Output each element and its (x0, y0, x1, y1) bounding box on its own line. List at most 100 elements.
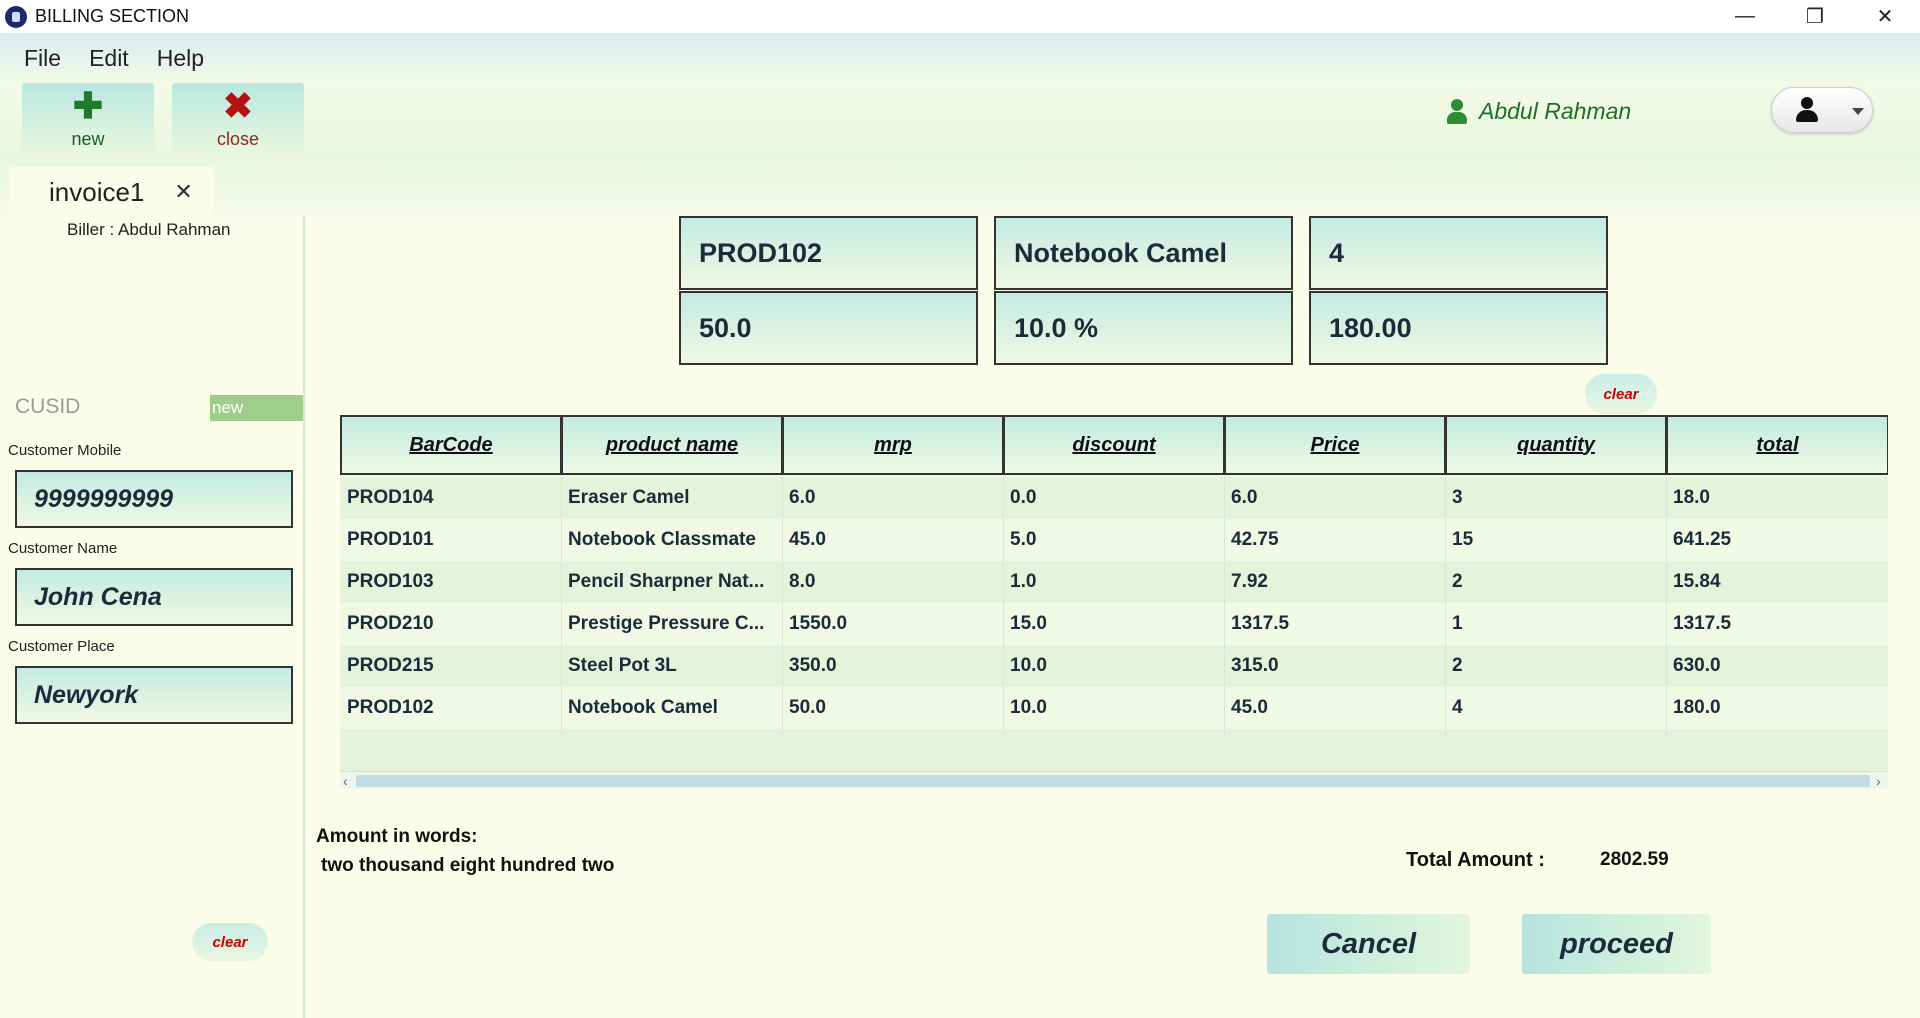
scroll-left-icon[interactable]: ‹ (343, 772, 348, 790)
clear-customer-button[interactable]: clear (192, 923, 268, 961)
user-icon (1447, 98, 1467, 125)
table-row[interactable]: PROD102 Notebook Camel 50.0 10.0 45.0 4 … (340, 687, 1888, 729)
cell-price: 315.0 (1231, 655, 1279, 676)
close-button-label: close (216, 129, 260, 149)
cell-product-name: Steel Pot 3L (568, 655, 677, 676)
minimize-button[interactable]: — (1710, 0, 1780, 33)
cell-quantity: 2 (1452, 655, 1463, 676)
cell-barcode: PROD103 (347, 571, 434, 592)
biller-label: Biller : Abdul Rahman (67, 220, 231, 239)
column-header-mrp[interactable]: mrp (782, 415, 1003, 475)
close-window-button[interactable]: ✕ (1850, 0, 1920, 33)
cell-total: 630.0 (1673, 655, 1721, 676)
table-row-empty (340, 729, 1888, 773)
proceed-button[interactable]: proceed (1522, 914, 1711, 974)
product-total-field[interactable]: 180.00 (1309, 291, 1608, 365)
new-button-label: new (71, 129, 105, 149)
column-header-discount[interactable]: discount (1003, 415, 1224, 475)
barcode-field[interactable]: PROD102 (679, 216, 978, 290)
cell-discount: 5.0 (1010, 529, 1037, 550)
app-icon (5, 5, 27, 28)
table-row[interactable]: PROD104 Eraser Camel 6.0 0.0 6.0 3 18.0 (340, 477, 1888, 519)
cell-discount: 1.0 (1010, 571, 1037, 592)
close-invoice-button[interactable]: ✖ close (172, 83, 304, 156)
customer-mobile-label: Customer Mobile (8, 442, 122, 459)
mrp-field[interactable]: 50.0 (679, 291, 978, 365)
cell-price: 42.75 (1231, 529, 1279, 550)
column-header-product-name[interactable]: product name (561, 415, 782, 475)
close-icon: ✖ (222, 85, 254, 126)
cell-barcode: PROD215 (347, 655, 434, 676)
tab-close-icon[interactable]: ✕ (174, 179, 192, 205)
window-title: BILLING SECTION (35, 6, 190, 26)
chevron-down-icon (1852, 108, 1864, 115)
cell-mrp: 350.0 (789, 655, 837, 676)
cell-barcode: PROD104 (347, 487, 434, 508)
cell-quantity: 2 (1452, 571, 1463, 592)
column-header-quantity[interactable]: quantity (1445, 415, 1666, 475)
discount-field[interactable]: 10.0 % (994, 291, 1293, 365)
table-body: PROD104 Eraser Camel 6.0 0.0 6.0 3 18.0 … (340, 477, 1888, 773)
cell-discount: 0.0 (1010, 487, 1037, 508)
column-divider (1224, 477, 1225, 735)
table-row[interactable]: PROD101 Notebook Classmate 45.0 5.0 42.7… (340, 519, 1888, 561)
menu-help[interactable]: Help (157, 45, 204, 72)
cell-product-name: Notebook Classmate (568, 529, 756, 550)
scrollbar-thumb[interactable] (356, 775, 1870, 787)
column-header-price[interactable]: Price (1224, 415, 1445, 475)
column-divider (1445, 477, 1446, 735)
cell-discount: 10.0 (1010, 697, 1047, 718)
customer-name-label: Customer Name (8, 540, 118, 557)
amount-in-words-label: Amount in words: (316, 826, 478, 847)
column-divider (782, 477, 783, 735)
cell-mrp: 50.0 (789, 697, 826, 718)
product-name-field[interactable]: Notebook Camel (994, 216, 1293, 290)
column-divider (1003, 477, 1004, 735)
title-bar: BILLING SECTION — ❐ ✕ (0, 0, 1920, 33)
customer-place-label: Customer Place (8, 638, 115, 655)
cell-quantity: 1 (1452, 613, 1463, 634)
cell-quantity: 3 (1452, 487, 1463, 508)
customer-panel: Biller : Abdul Rahman CUSID new Customer… (0, 215, 305, 1018)
cell-mrp: 8.0 (789, 571, 816, 592)
clear-product-button[interactable]: clear (1585, 374, 1657, 414)
cusid-value: new (210, 395, 303, 421)
cell-price: 1317.5 (1231, 613, 1290, 634)
column-header-barcode[interactable]: BarCode (340, 415, 561, 475)
logged-in-user: Abdul Rahman (1447, 98, 1631, 125)
menu-file[interactable]: File (24, 45, 61, 72)
column-divider (561, 477, 562, 735)
column-header-total[interactable]: total (1666, 415, 1888, 475)
cell-price: 6.0 (1231, 487, 1258, 508)
menu-bar: File Edit Help (0, 33, 1920, 83)
scroll-right-icon[interactable]: › (1876, 772, 1881, 790)
customer-name-field[interactable]: John Cena (15, 568, 293, 626)
quantity-field[interactable]: 4 (1309, 216, 1608, 290)
cell-discount: 15.0 (1010, 613, 1047, 634)
cell-price: 45.0 (1231, 697, 1268, 718)
column-divider (1666, 477, 1667, 735)
cancel-button[interactable]: Cancel (1267, 914, 1470, 974)
cell-product-name: Eraser Camel (568, 487, 690, 508)
customer-mobile-field[interactable]: 9999999999 (15, 470, 293, 528)
tab-label: invoice1 (49, 176, 145, 207)
account-menu-button[interactable] (1771, 87, 1873, 133)
cell-total: 15.84 (1673, 571, 1721, 592)
table-row[interactable]: PROD210 Prestige Pressure C... 1550.0 15… (340, 603, 1888, 645)
cell-product-name: Prestige Pressure C... (568, 613, 765, 634)
menu-edit[interactable]: Edit (89, 45, 129, 72)
new-invoice-button[interactable]: ✚ new (22, 83, 154, 156)
restore-button[interactable]: ❐ (1780, 0, 1850, 33)
total-amount-value: 2802.59 (1600, 849, 1669, 870)
cell-total: 1317.5 (1673, 613, 1732, 634)
horizontal-scrollbar[interactable]: ‹ › (340, 771, 1888, 789)
tab-invoice1[interactable]: invoice1 ✕ (9, 167, 214, 217)
cell-total: 18.0 (1673, 487, 1710, 508)
items-table: BarCode product name mrp discount Price … (340, 415, 1888, 789)
customer-place-field[interactable]: Newyork (15, 666, 293, 724)
cell-product-name: Pencil Sharpner Nat... (568, 571, 765, 592)
table-row[interactable]: PROD103 Pencil Sharpner Nat... 8.0 1.0 7… (340, 561, 1888, 603)
cell-barcode: PROD101 (347, 529, 434, 550)
table-row[interactable]: PROD215 Steel Pot 3L 350.0 10.0 315.0 2 … (340, 645, 1888, 687)
amount-in-words: two thousand eight hundred two (321, 855, 615, 876)
